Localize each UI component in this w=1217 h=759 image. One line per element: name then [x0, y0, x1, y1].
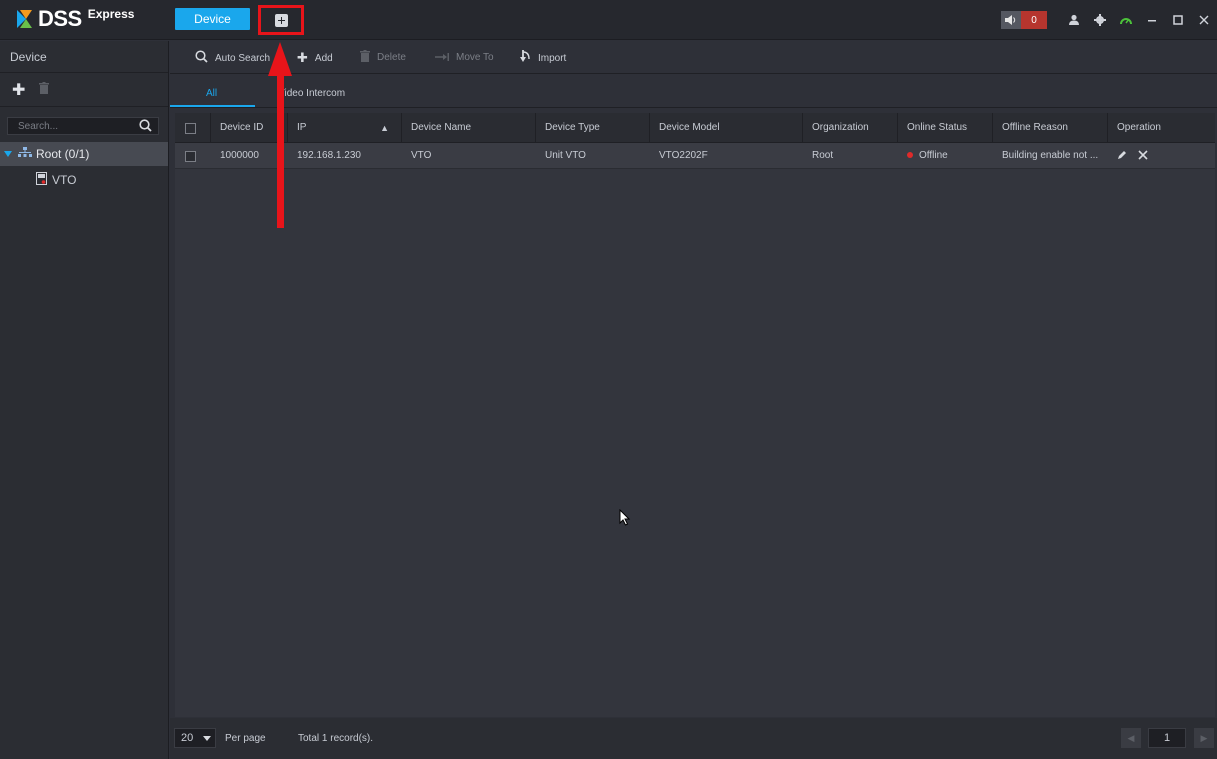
speaker-icon — [1001, 11, 1021, 29]
delete-node-icon[interactable] — [39, 82, 50, 97]
title-bar: DSS Express Device 0 — [0, 0, 1217, 40]
per-page-value: 20 — [181, 732, 194, 744]
row-select-cell — [175, 143, 211, 169]
status-text: Offline — [919, 150, 948, 161]
alarm-indicator[interactable]: 0 — [1001, 11, 1047, 29]
plus-icon: ✚ — [297, 50, 308, 65]
select-all-cell — [175, 113, 211, 143]
chevron-down-icon — [203, 736, 211, 741]
tree-node-root[interactable]: Root (0/1) — [0, 142, 168, 166]
delete-button[interactable]: Delete — [360, 50, 406, 65]
col-ip[interactable]: IP ▲ — [288, 113, 402, 143]
active-tab-indicator — [170, 105, 255, 107]
import-button[interactable]: Import — [520, 50, 566, 66]
prev-page-button[interactable]: ◀ — [1121, 728, 1141, 748]
col-device-model[interactable]: Device Model — [650, 113, 803, 143]
mouse-cursor-icon — [619, 509, 631, 526]
total-records: Total 1 record(s). — [298, 733, 374, 744]
col-operation: Operation — [1117, 122, 1161, 133]
cell-device-model: VTO2202F — [659, 150, 708, 161]
delete-label: Delete — [377, 52, 406, 63]
dss-logo-icon — [17, 10, 32, 28]
minimize-icon[interactable] — [1139, 10, 1165, 30]
cell-device-name: VTO — [411, 150, 432, 161]
add-device-button[interactable]: ✚ Add — [297, 50, 333, 66]
col-online-status[interactable]: Online Status — [898, 113, 993, 143]
move-to-icon — [435, 50, 449, 65]
cell-online-status: Offline — [898, 143, 993, 169]
maximize-icon[interactable] — [1165, 10, 1191, 30]
search-icon[interactable] — [139, 119, 152, 135]
panel-title: Device — [0, 41, 168, 73]
col-device-name[interactable]: Device Name — [402, 113, 536, 143]
alarm-count-badge: 0 — [1021, 11, 1047, 29]
table-row[interactable]: 1000000 192.168.1.230 VTO Unit VTO VTO22… — [175, 143, 1215, 169]
add-node-icon[interactable]: ✚ — [12, 80, 25, 100]
delete-x-icon[interactable] — [1138, 149, 1148, 163]
add-label: Add — [314, 52, 333, 64]
cell-operation — [1108, 143, 1215, 169]
device-tree-panel: Device ✚ Root (0/1) VTO — [0, 41, 169, 759]
device-category-tabs: All Video Intercom — [170, 74, 1217, 108]
gear-icon[interactable] — [1087, 10, 1113, 30]
app-edition: Express — [87, 7, 135, 21]
app-name: DSS — [38, 6, 82, 31]
per-page-label: Per page — [225, 733, 266, 744]
col-organization[interactable]: Organization — [803, 113, 898, 143]
move-to-button[interactable]: Move To — [435, 50, 494, 65]
tree-search — [7, 117, 159, 135]
system-icons: 0 — [1001, 0, 1217, 40]
device-table: Device ID IP ▲ Device Name Device Type D… — [175, 113, 1215, 717]
tree-node-vto[interactable]: VTO — [36, 171, 76, 189]
import-icon — [520, 50, 531, 66]
search-input[interactable] — [8, 120, 128, 132]
import-label: Import — [538, 52, 567, 64]
tree-root-label: Root (0/1) — [36, 147, 90, 161]
auto-search-label: Auto Search — [215, 52, 271, 64]
auto-search-button[interactable]: Auto Search — [195, 50, 270, 66]
annotation-arrow-head — [268, 42, 292, 76]
select-all-checkbox[interactable] — [185, 123, 196, 134]
expand-caret-icon[interactable] — [4, 151, 12, 157]
user-icon[interactable] — [1061, 10, 1087, 30]
close-icon[interactable] — [1191, 10, 1217, 30]
plus-square-icon — [274, 13, 288, 27]
row-checkbox[interactable] — [185, 151, 196, 162]
pagination-bar: 20 Per page Total 1 record(s). ◀ 1 ▶ — [170, 718, 1217, 759]
cell-offline-reason: Building enable not ... — [1002, 150, 1099, 161]
status-dot — [907, 152, 913, 158]
page-number-input[interactable]: 1 — [1148, 728, 1186, 748]
move-to-label: Move To — [456, 52, 494, 63]
cell-ip: 192.168.1.230 — [297, 150, 361, 161]
gauge-icon[interactable] — [1113, 10, 1139, 30]
tab-all[interactable]: All — [206, 88, 217, 99]
col-offline-reason[interactable]: Offline Reason — [993, 113, 1108, 143]
tab-video-intercom[interactable]: Video Intercom — [278, 88, 345, 99]
annotation-arrow-shaft — [277, 72, 284, 228]
per-page-select[interactable]: 20 — [174, 728, 216, 748]
cell-organization: Root — [812, 150, 834, 161]
add-tab-button[interactable] — [258, 5, 304, 35]
table-header: Device ID IP ▲ Device Name Device Type D… — [175, 113, 1215, 143]
trash-icon — [360, 50, 370, 65]
app-logo: DSS Express — [14, 6, 134, 32]
org-icon — [18, 147, 32, 161]
edit-icon[interactable] — [1117, 149, 1130, 163]
tree-toolbar: ✚ — [0, 73, 168, 107]
cell-device-type: Unit VTO — [545, 150, 586, 161]
sort-icon[interactable]: ▲ — [380, 113, 389, 143]
col-ip-label: IP — [297, 122, 307, 133]
device-toolbar: Auto Search ✚ Add Delete Move To Import — [170, 41, 1217, 74]
tree-child-label: VTO — [52, 173, 77, 187]
tab-device[interactable]: Device — [175, 8, 250, 30]
col-device-type[interactable]: Device Type — [536, 113, 650, 143]
next-page-button[interactable]: ▶ — [1194, 728, 1214, 748]
vto-device-icon — [36, 172, 47, 188]
search-icon — [195, 50, 208, 66]
